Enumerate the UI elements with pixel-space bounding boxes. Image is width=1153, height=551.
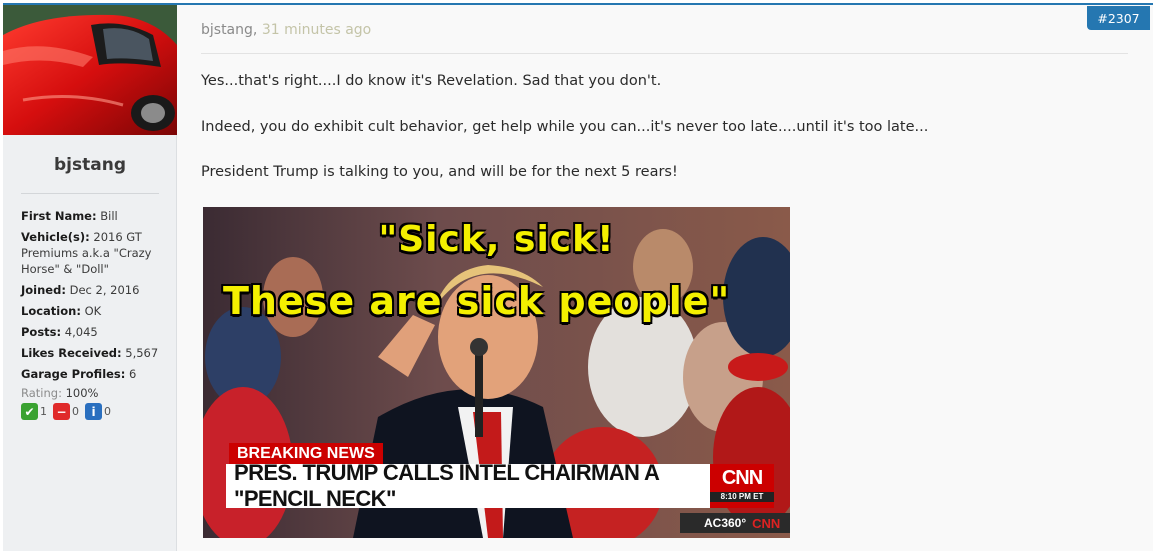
user-avatar[interactable] [3, 5, 177, 135]
info-label: Garage Profiles: [21, 367, 126, 381]
info-value: 5,567 [125, 346, 159, 360]
info-value: OK [84, 304, 102, 318]
info-value[interactable]: 6 [129, 367, 136, 381]
divider [201, 53, 1128, 54]
info-value: 4,045 [64, 325, 98, 339]
user-panel: bjstang First Name: Bill Vehicle(s): 201… [3, 5, 177, 551]
feedback-negative[interactable]: − 0 [53, 403, 79, 420]
feedback-count: 1 [40, 405, 47, 418]
feedback-neutral[interactable]: i 0 [85, 403, 111, 420]
info-label: Posts: [21, 325, 62, 339]
news-chyron: PRES. TRUMP CALLS INTEL CHAIRMAN A "PENC… [226, 460, 710, 511]
info-label: First Name: [21, 209, 97, 223]
info-icon: i [85, 403, 102, 420]
network-bug: CNN 8:10 PM ET [710, 464, 774, 508]
info-location: Location: OK [21, 303, 171, 319]
user-info-list: First Name: Bill Vehicle(s): 2016 GT Pre… [21, 208, 171, 420]
feedback-count: 0 [72, 405, 79, 418]
post-author-link[interactable]: bjstang [201, 22, 253, 38]
post-timestamp-link[interactable]: 31 minutes ago [262, 22, 371, 38]
post-paragraph: President Trump is talking to you, and w… [201, 164, 678, 180]
broadcast-time: 8:10 PM ET [710, 492, 774, 502]
feedback-counts: ✔ 1 − 0 i 0 [21, 403, 171, 420]
post-header: bjstang, 31 minutes ago [201, 22, 371, 38]
post-paragraph: Indeed, you do exhibit cult behavior, ge… [201, 119, 929, 135]
cnn-logo: CNN [721, 467, 763, 489]
divider [21, 193, 159, 194]
post-embedded-image[interactable]: "Sick, sick! These are sick people" BREA… [203, 207, 790, 538]
user-name-link[interactable]: bjstang [3, 155, 177, 175]
info-joined: Joined: Dec 2, 2016 [21, 282, 171, 298]
info-garage: Garage Profiles: 6 [21, 366, 171, 382]
info-label: Likes Received: [21, 346, 122, 360]
feedback-count: 0 [104, 405, 111, 418]
show-bug: AC360° CNN [680, 513, 790, 533]
post-paragraph: Yes...that's right....I do know it's Rev… [201, 73, 662, 89]
meme-caption-line: "Sick, sick! [378, 219, 615, 260]
info-label: Vehicle(s): [21, 230, 90, 244]
info-likes: Likes Received: 5,567 [21, 345, 171, 361]
info-value: Dec 2, 2016 [69, 283, 140, 297]
info-first-name: First Name: Bill [21, 208, 171, 224]
minus-icon: − [53, 403, 70, 420]
info-posts: Posts: 4,045 [21, 324, 171, 340]
post-number-link[interactable]: #2307 [1087, 6, 1150, 30]
info-label: Rating: [21, 386, 62, 400]
info-label: Location: [21, 304, 81, 318]
meme-caption-line: These are sick people" [223, 279, 731, 323]
info-value: 100% [65, 386, 99, 400]
show-network: CNN [752, 515, 781, 531]
show-name: AC360° [704, 516, 747, 530]
info-label: Joined: [21, 283, 66, 297]
info-rating: Rating: 100% [21, 385, 171, 401]
checkmark-icon: ✔ [21, 403, 38, 420]
feedback-positive[interactable]: ✔ 1 [21, 403, 47, 420]
info-vehicles: Vehicle(s): 2016 GT Premiums a.k.a "Craz… [21, 229, 171, 277]
info-value: Bill [100, 209, 118, 223]
comma: , [252, 22, 262, 38]
